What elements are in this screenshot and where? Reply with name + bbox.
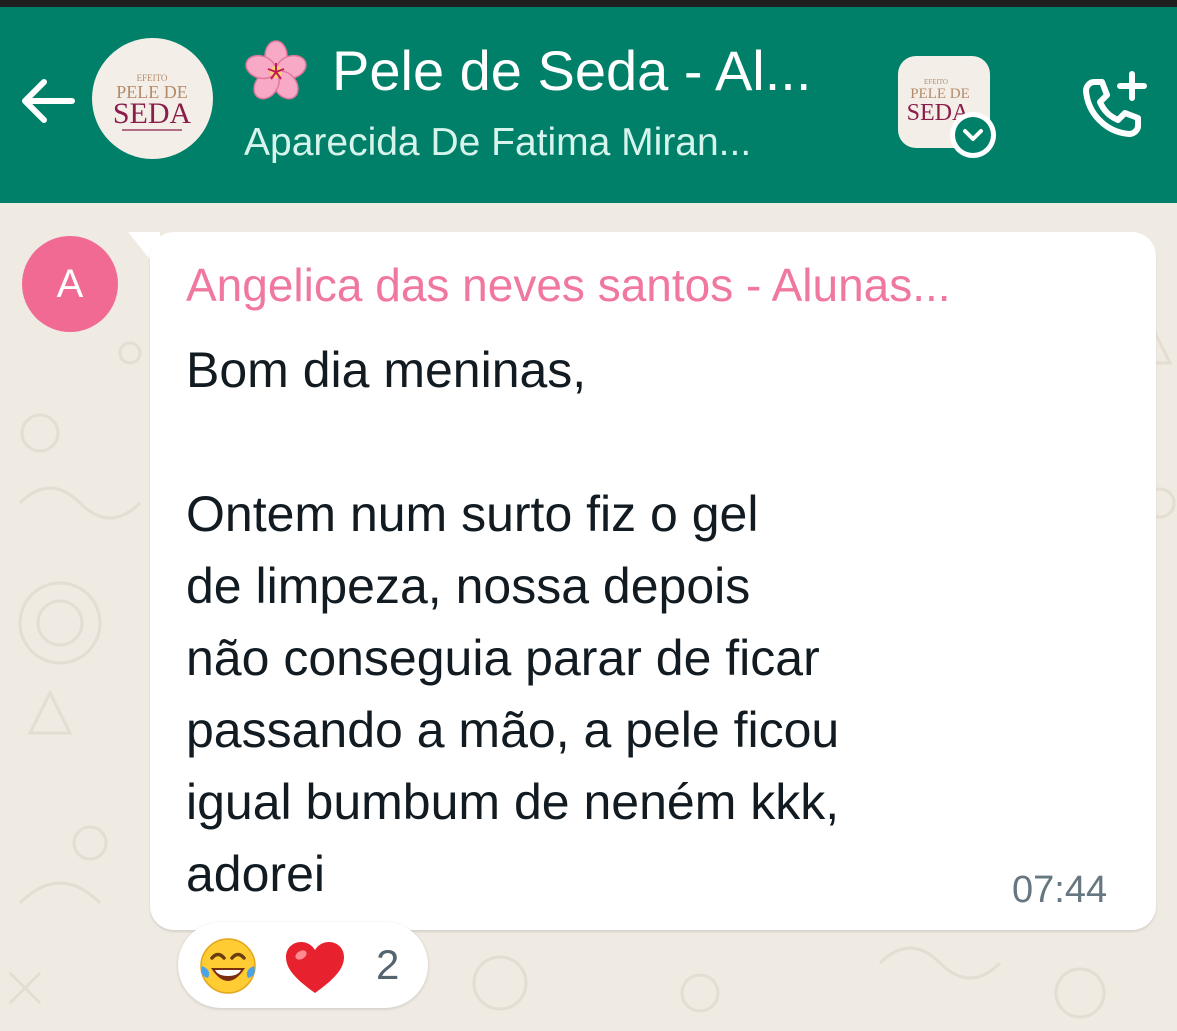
laughing-tears-icon [200, 938, 256, 994]
add-call-icon [1083, 71, 1147, 137]
reaction-count: 2 [376, 941, 400, 988]
message-time: 07:44 [1012, 869, 1108, 911]
add-call-button[interactable] [1076, 68, 1152, 144]
reactions-pill[interactable]: 2 [178, 922, 428, 1008]
title-row: Pele de Seda - Al... [240, 36, 811, 106]
message-text: Bom dia meninas, Ontem num surto fiz o g… [186, 342, 840, 902]
group-avatar[interactable]: EFEITO PELE DE SEDA [92, 38, 213, 159]
arrow-left-icon [22, 79, 75, 123]
chevron-down-icon [955, 117, 991, 153]
community-badge[interactable] [950, 112, 996, 158]
sender-avatar[interactable]: A [22, 236, 118, 332]
status-strip [0, 0, 1177, 7]
pele-de-seda-logo: EFEITO PELE DE SEDA [113, 73, 192, 131]
cherry-blossom-icon [245, 40, 307, 100]
svg-text:SEDA: SEDA [113, 97, 192, 130]
sender-name[interactable]: Angelica das neves santos - Alunas... [186, 257, 951, 313]
back-button[interactable] [14, 68, 80, 134]
chat-subtitle: Aparecida De Fatima Miran... [244, 121, 752, 164]
chat-title-area[interactable]: Pele de Seda - Al... Aparecida De Fatima… [240, 36, 880, 166]
red-heart-icon [286, 942, 344, 993]
svg-text:EFEITO: EFEITO [924, 78, 948, 86]
chat-title: Pele de Seda - Al... [332, 39, 812, 102]
